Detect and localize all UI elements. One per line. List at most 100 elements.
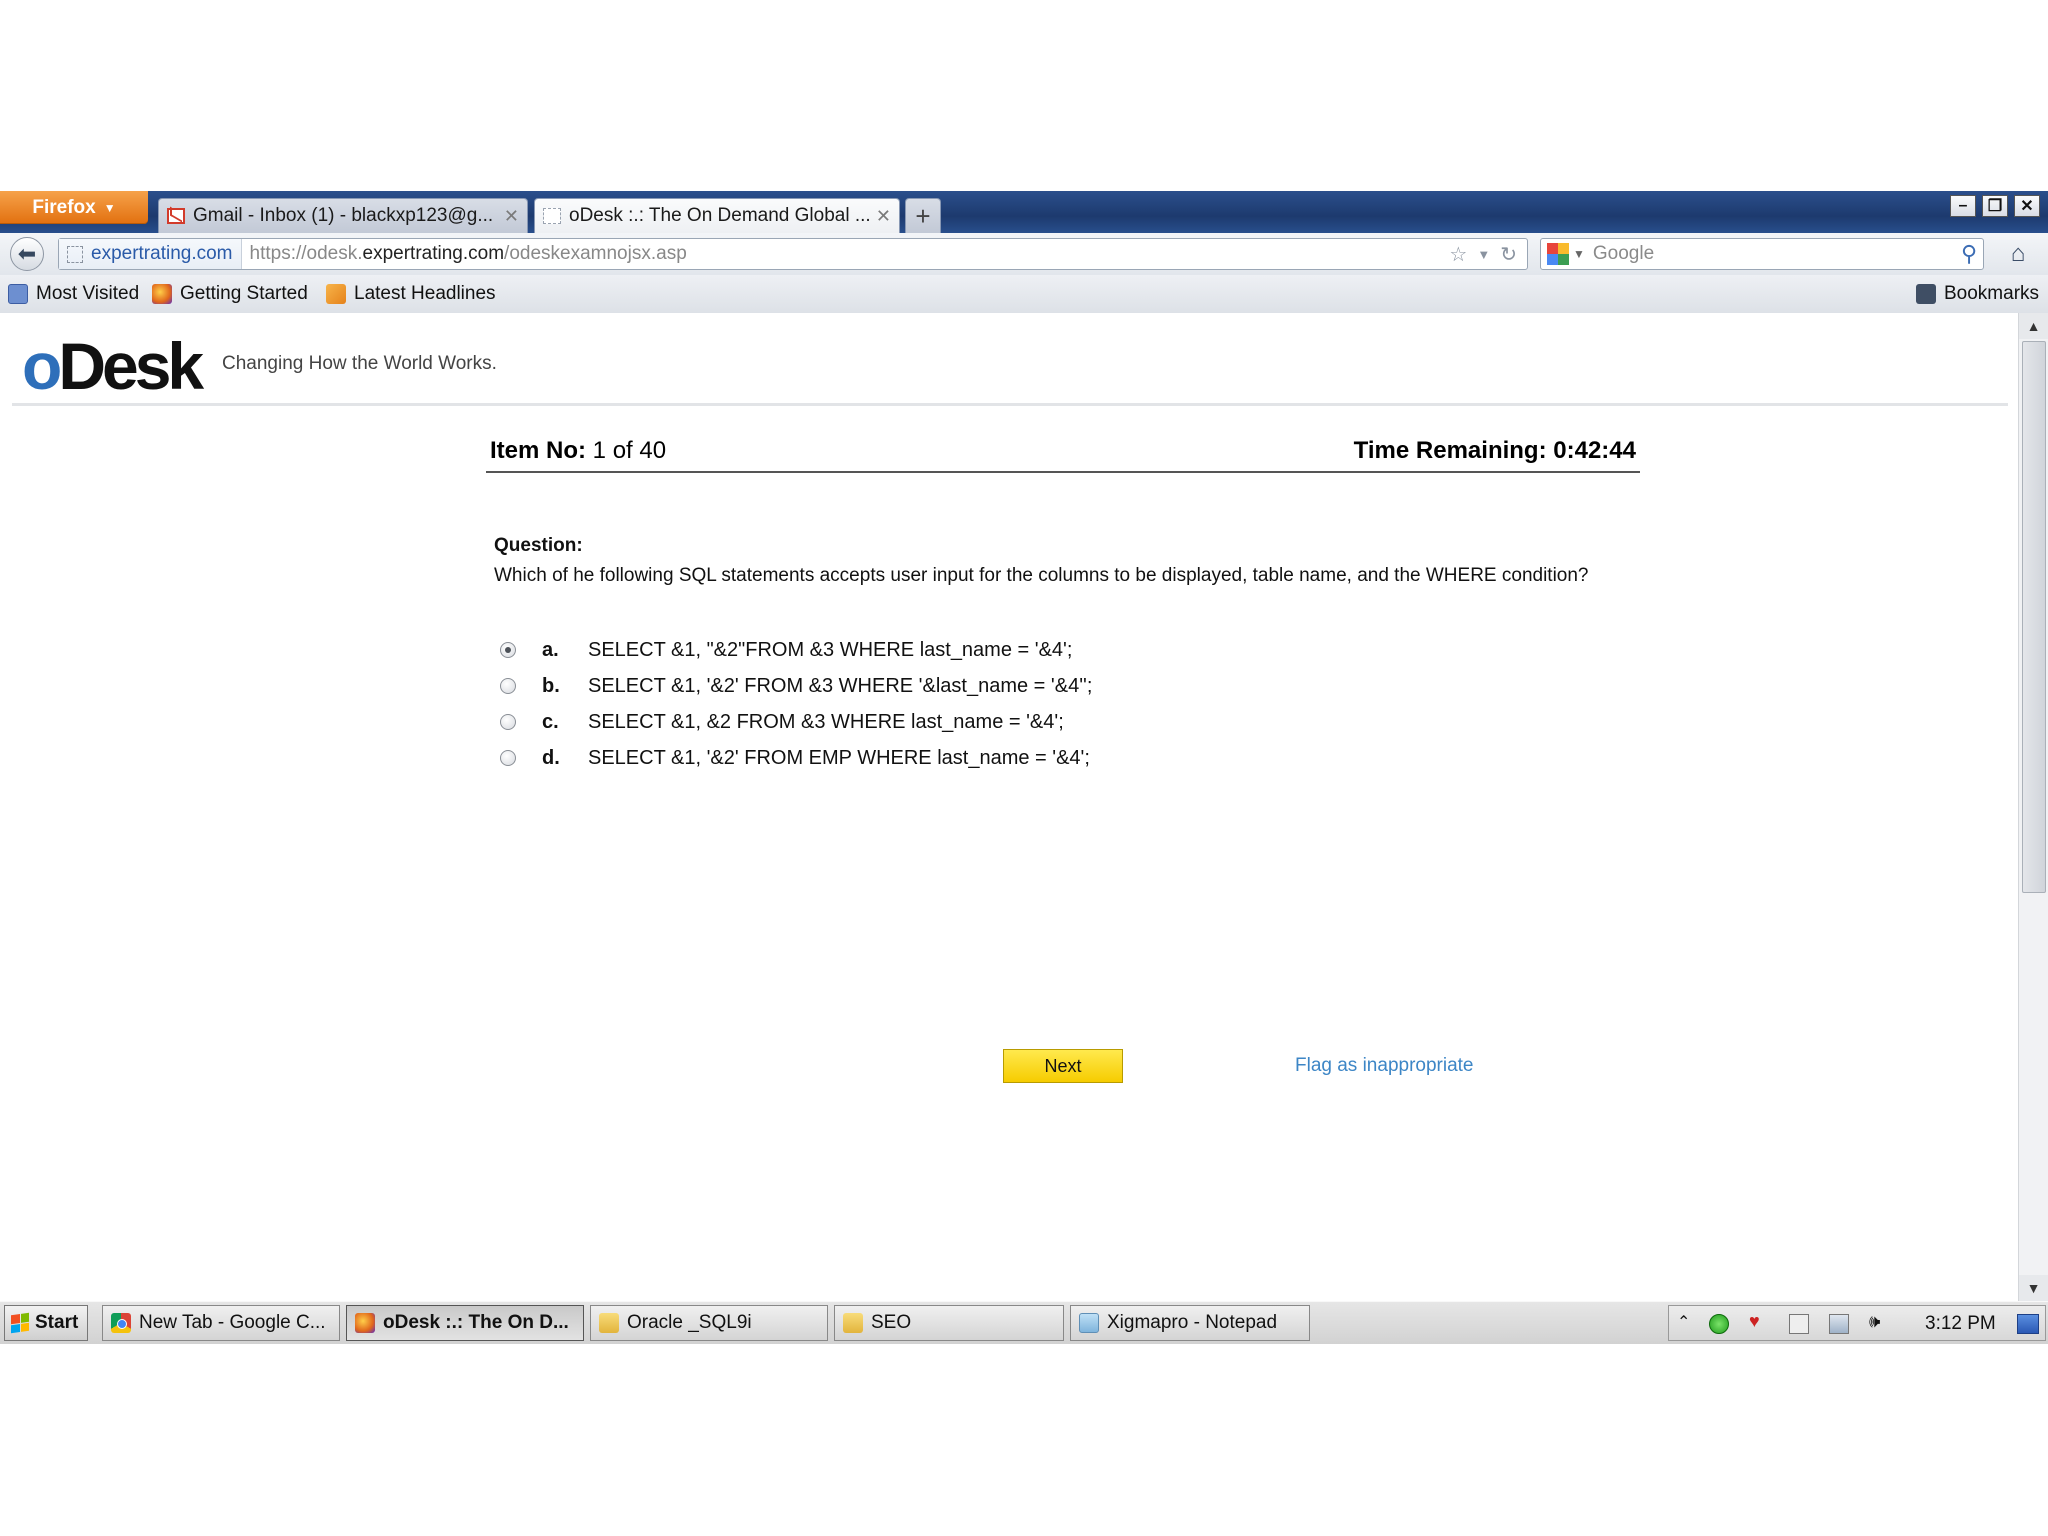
flag-as-inappropriate-link[interactable]: Flag as inappropriate [1295,1055,1474,1077]
tab-gmail[interactable]: Gmail - Inbox (1) - blackxp123@g... ✕ [158,198,528,233]
folder-icon [843,1313,863,1333]
search-bar[interactable]: ▼ Google ⚲ [1540,238,1984,270]
bookmark-latest-headlines[interactable]: Latest Headlines [326,275,496,313]
radio-button[interactable] [500,750,516,766]
close-icon[interactable]: ✕ [504,206,519,227]
url-path: /odeskexamnojsx.asp [504,243,687,264]
star-icon[interactable]: ☆ [1449,242,1467,267]
google-icon[interactable] [1547,243,1569,265]
option-text: SELECT &1, "&2"FROM &3 WHERE last_name =… [588,638,1073,661]
firefox-menu-label: Firefox [32,196,96,218]
scrollbar-thumb[interactable] [2022,341,2046,893]
chevron-down-icon: ▼ [103,200,116,215]
bookmark-label: Getting Started [180,283,308,304]
taskbar-item-notepad[interactable]: Xigmapro - Notepad [1070,1305,1310,1341]
firefox-icon [152,284,172,304]
rss-feed-icon [326,284,346,304]
bookmark-label: Latest Headlines [354,283,496,304]
restore-icon: ❐ [1987,198,2003,215]
clock[interactable]: 3:12 PM [1925,1313,1996,1335]
antivirus-icon[interactable]: ♥ [1749,1311,1769,1331]
answer-option-c[interactable]: c. SELECT &1, &2 FROM &3 WHERE last_name… [500,706,1064,738]
vertical-scrollbar[interactable]: ▲ ▼ [2018,313,2048,1301]
taskbar-item-label: oDesk :.: The On D... [383,1312,569,1333]
tab-odesk[interactable]: oDesk :.: The On Demand Global ... ✕ [534,198,900,233]
network-status-icon[interactable] [1709,1314,1729,1334]
option-text: SELECT &1, '&2' FROM EMP WHERE last_name… [588,746,1090,769]
chevron-down-icon[interactable]: ▼ [1573,247,1585,261]
url-text[interactable]: https://odesk.expertrating.com/odeskexam… [242,243,1450,265]
title-bar: Firefox ▼ Gmail - Inbox (1) - blackxp123… [0,191,2048,233]
taskbar-item-label: Oracle _SQL9i [627,1312,752,1333]
answer-option-a[interactable]: a. SELECT &1, "&2"FROM &3 WHERE last_nam… [500,634,1072,666]
bookmarks-menu-label: Bookmarks [1944,283,2040,304]
bookmark-most-visited[interactable]: Most Visited [8,275,139,313]
page-icon [67,245,83,263]
minimize-button[interactable]: – [1950,195,1976,217]
back-button[interactable]: ⬅ [10,237,44,271]
url-domain: expertrating.com [362,243,505,264]
network-computer-icon[interactable] [1829,1314,1849,1334]
header-divider [12,403,2008,406]
home-button[interactable]: ⌂ [1998,239,2038,269]
folder-icon [599,1313,619,1333]
screenshot: Firefox ▼ Gmail - Inbox (1) - blackxp123… [0,191,2048,1344]
search-icon[interactable]: ⚲ [1961,241,1977,267]
device-icon[interactable] [1789,1314,1809,1334]
taskbar-item-oracle-folder[interactable]: Oracle _SQL9i [590,1305,828,1341]
most-visited-icon [8,284,28,304]
minimize-icon: – [1958,197,1968,214]
new-tab-button[interactable]: + [905,198,941,233]
firefox-menu-button[interactable]: Firefox ▼ [0,191,148,224]
taskbar-item-firefox[interactable]: oDesk :.: The On D... [346,1305,584,1341]
bookmarks-menu-button[interactable]: Bookmarks [1916,275,2039,313]
system-tray: ⌃ ♥ 🕪 3:12 PM [1668,1305,2046,1341]
show-hidden-icons-icon[interactable]: ⌃ [1677,1312,1697,1332]
reload-icon[interactable]: ↻ [1500,242,1517,267]
tab-title: Gmail - Inbox (1) - blackxp123@g... [193,205,494,226]
option-letter: a. [542,638,559,661]
volume-icon[interactable]: 🕪 [1869,1311,1889,1331]
option-letter: d. [542,746,560,769]
bookmarks-bar: Most Visited Getting Started Latest Head… [0,275,2048,314]
radio-button[interactable] [500,642,516,658]
radio-button[interactable] [500,714,516,730]
start-button[interactable]: Start [4,1305,88,1341]
gmail-icon [167,208,185,224]
close-window-button[interactable]: ✕ [2014,195,2040,217]
bookmark-label: Most Visited [36,283,140,304]
tagline: Changing How the World Works. [222,353,497,374]
taskbar-item-seo-folder[interactable]: SEO [834,1305,1064,1341]
home-icon: ⌂ [2010,240,2026,267]
site-identity-button[interactable]: expertrating.com [59,239,242,269]
scroll-down-arrow-icon[interactable]: ▼ [2019,1275,2048,1301]
time-value: 0:42:44 [1553,437,1636,464]
windows-logo-icon [11,1312,29,1334]
chevron-down-icon[interactable]: ▼ [1477,247,1490,262]
answer-option-d[interactable]: d. SELECT &1, '&2' FROM EMP WHERE last_n… [500,742,1090,774]
plus-icon: + [915,200,931,231]
answer-option-b[interactable]: b. SELECT &1, '&2' FROM &3 WHERE '&last_… [500,670,1092,702]
close-icon[interactable]: ✕ [876,206,891,227]
bookmark-getting-started[interactable]: Getting Started [152,275,308,313]
option-text: SELECT &1, &2 FROM &3 WHERE last_name = … [588,710,1064,733]
item-label: Item No: [490,437,586,464]
taskbar-item-chrome[interactable]: New Tab - Google C... [102,1305,340,1341]
chrome-icon [111,1313,131,1333]
tab-title: oDesk :.: The On Demand Global ... [569,205,870,226]
logo-o: o [22,329,62,403]
url-prefix: https://odesk. [249,243,363,264]
site-identity-label: expertrating.com [91,243,233,264]
show-desktop-icon[interactable] [2017,1314,2039,1334]
next-button[interactable]: Next [1003,1049,1123,1083]
scroll-up-arrow-icon[interactable]: ▲ [2019,313,2048,339]
radio-button[interactable] [500,678,516,694]
taskbar-item-label: SEO [871,1312,912,1333]
taskbar: Start New Tab - Google C... oDesk :.: Th… [0,1301,2048,1344]
search-input[interactable]: Google [1593,243,1961,265]
restore-button[interactable]: ❐ [1982,195,2008,217]
time-remaining: Time Remaining: 0:42:44 [1354,437,1636,465]
question-label: Question: [494,535,583,556]
option-text: SELECT &1, '&2' FROM &3 WHERE '&last_nam… [588,674,1093,697]
url-bar[interactable]: expertrating.com https://odesk.expertrat… [58,238,1528,270]
